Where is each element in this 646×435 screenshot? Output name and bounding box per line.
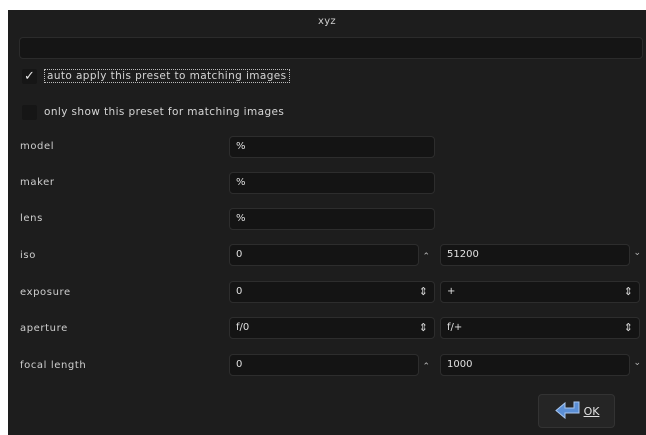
- focal-length-min-spinbox[interactable]: 0 ⌃: [229, 354, 430, 376]
- iso-min-value: 0: [236, 249, 243, 260]
- lens-label: lens: [20, 213, 43, 224]
- model-label: model: [20, 141, 55, 152]
- exposure-min-value: 0: [236, 286, 243, 297]
- updown-arrow-icon: ⇕: [623, 321, 633, 334]
- preset-name-input[interactable]: [19, 37, 643, 59]
- updown-arrow-icon: ⇕: [418, 285, 428, 298]
- exposure-max-combo[interactable]: + ⇕: [440, 281, 640, 303]
- aperture-label: aperture: [20, 323, 68, 334]
- filter-checkbox[interactable]: [22, 104, 37, 120]
- updown-arrow-icon: ⇕: [418, 321, 428, 334]
- focal-length-max-value: 1000: [447, 359, 473, 370]
- aperture-min-value: f/0: [236, 322, 250, 333]
- spin-down-icon[interactable]: ⌄: [633, 353, 641, 373]
- preset-dialog: xyz ✓ auto apply this preset to matching…: [8, 10, 646, 435]
- filter-option[interactable]: only show this preset for matching image…: [22, 103, 284, 121]
- auto-apply-label[interactable]: auto apply this preset to matching image…: [44, 69, 290, 83]
- focal-length-min-value: 0: [236, 359, 243, 370]
- iso-max-value: 51200: [447, 249, 479, 260]
- iso-max-spinbox[interactable]: 51200 ⌄: [440, 244, 641, 266]
- return-arrow-icon: [554, 401, 580, 420]
- exposure-max-value: +: [447, 286, 456, 297]
- filter-label[interactable]: only show this preset for matching image…: [44, 106, 284, 118]
- aperture-max-value: f/+: [447, 322, 463, 333]
- spin-down-icon[interactable]: ⌄: [633, 243, 641, 263]
- maker-label: maker: [20, 177, 55, 188]
- lens-input[interactable]: %: [229, 208, 435, 230]
- aperture-min-combo[interactable]: f/0 ⇕: [229, 317, 435, 339]
- aperture-max-combo[interactable]: f/+ ⇕: [440, 317, 640, 339]
- iso-label: iso: [20, 250, 36, 261]
- updown-arrow-icon: ⇕: [623, 285, 633, 298]
- model-input[interactable]: %: [229, 136, 435, 158]
- exposure-min-combo[interactable]: 0 ⇕: [229, 281, 435, 303]
- maker-input[interactable]: %: [229, 172, 435, 194]
- auto-apply-checkbox[interactable]: ✓: [22, 68, 37, 84]
- focal-length-max-spinbox[interactable]: 1000 ⌄: [440, 354, 641, 376]
- spin-up-icon[interactable]: ⌃: [422, 357, 430, 377]
- iso-min-spinbox[interactable]: 0 ⌃: [229, 244, 430, 266]
- focal-length-label: focal length: [20, 360, 87, 371]
- auto-apply-option[interactable]: ✓ auto apply this preset to matching ima…: [22, 67, 290, 85]
- spin-up-icon[interactable]: ⌃: [422, 247, 430, 267]
- ok-label: OK: [583, 404, 600, 418]
- exposure-label: exposure: [20, 287, 71, 298]
- ok-button[interactable]: OK: [538, 394, 615, 428]
- dialog-title: xyz: [318, 16, 336, 27]
